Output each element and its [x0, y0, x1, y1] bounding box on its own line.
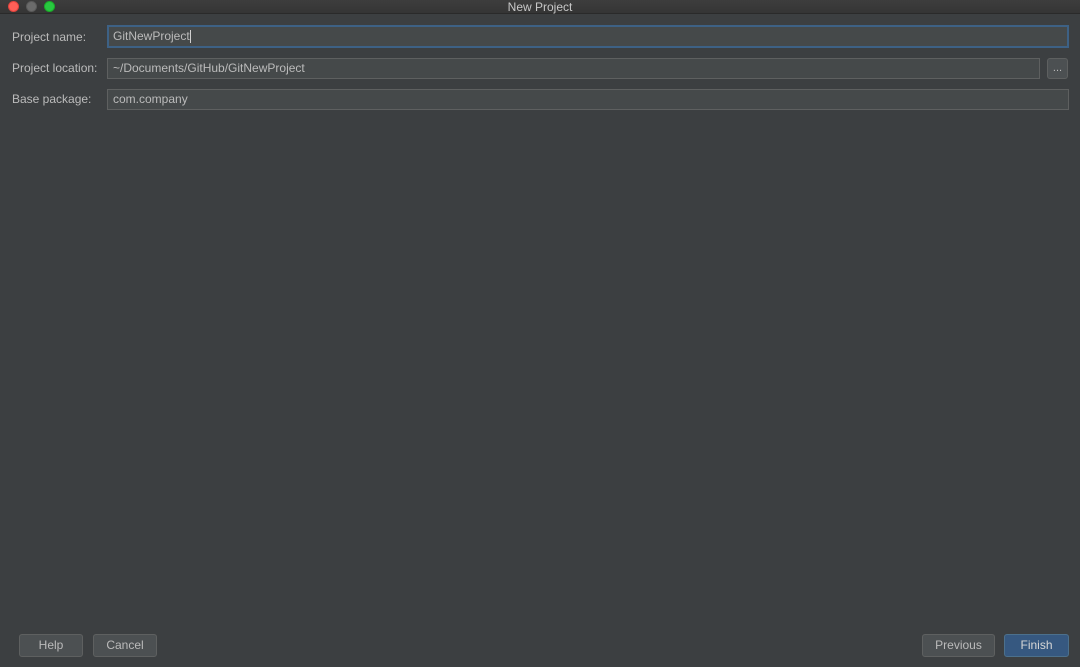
title-bar: New Project — [0, 0, 1080, 14]
help-button[interactable]: Help — [19, 634, 83, 657]
project-location-label: Project location: — [12, 61, 98, 75]
project-name-label: Project name: — [12, 30, 87, 44]
cancel-button[interactable]: Cancel — [93, 634, 157, 657]
window-title: New Project — [507, 0, 573, 14]
text-caret — [189, 30, 191, 44]
base-package-label: Base package: — [12, 92, 92, 106]
browse-location-button[interactable]: ... — [1047, 58, 1068, 79]
new-project-dialog: New Project Project name: GitNewProject … — [0, 0, 1080, 667]
project-name-input[interactable]: GitNewProject — [107, 25, 1069, 48]
finish-button[interactable]: Finish — [1004, 634, 1069, 657]
previous-button[interactable]: Previous — [922, 634, 995, 657]
base-package-input[interactable]: com.company — [107, 89, 1069, 110]
project-location-input[interactable]: ~/Documents/GitHub/GitNewProject — [107, 58, 1040, 79]
project-name-value: GitNewProject — [113, 29, 190, 43]
